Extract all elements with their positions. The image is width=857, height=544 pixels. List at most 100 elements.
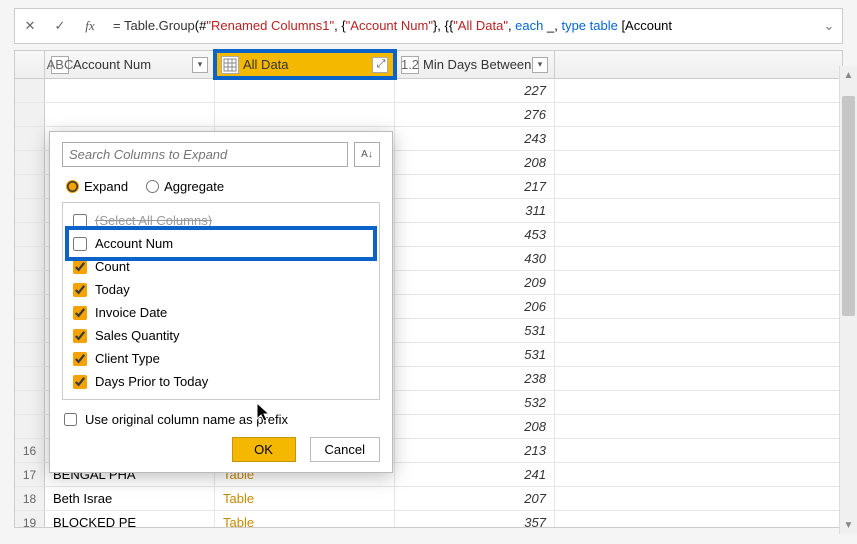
formula-confirm-icon[interactable]: ✓ <box>45 9 75 43</box>
row-number <box>15 247 45 270</box>
cell-min-days[interactable]: 209 <box>395 271 555 294</box>
scroll-down-icon[interactable]: ▼ <box>840 516 857 534</box>
formula-eq: = <box>113 18 124 33</box>
vertical-scrollbar[interactable]: ▲ ▼ <box>839 66 857 534</box>
column-checkbox[interactable]: Days Prior to Today <box>71 370 371 393</box>
column-header-all-data[interactable]: All Data ⤢ <box>215 51 395 78</box>
cell-min-days[interactable]: 208 <box>395 415 555 438</box>
formula-arg2: "Account Num" <box>346 18 433 33</box>
row-number: 17 <box>15 463 45 486</box>
formula-open: (# <box>195 18 207 33</box>
row-number <box>15 151 45 174</box>
cell-account-num[interactable]: BLOCKED PE <box>45 511 215 527</box>
cell-account-num[interactable] <box>45 79 215 102</box>
sort-columns-button[interactable]: A↓ <box>354 142 380 167</box>
cell-min-days[interactable]: 243 <box>395 127 555 150</box>
column-checkbox[interactable]: Account Num <box>71 232 371 255</box>
table-row[interactable]: 276 <box>15 103 842 127</box>
aggregate-radio[interactable]: Aggregate <box>146 179 224 194</box>
scroll-up-icon[interactable]: ▲ <box>840 66 857 84</box>
cell-min-days[interactable]: 531 <box>395 343 555 366</box>
cell-all-data[interactable]: Table <box>215 487 395 510</box>
cell-min-days[interactable]: 207 <box>395 487 555 510</box>
formula-arg1: "Renamed Columns1" <box>206 18 334 33</box>
column-filter-dropdown[interactable]: ▾ <box>532 57 548 73</box>
cell-min-days[interactable]: 213 <box>395 439 555 462</box>
row-number <box>15 79 45 102</box>
formula-each: each <box>515 18 543 33</box>
row-number: 16 <box>15 439 45 462</box>
row-number-header <box>15 51 45 78</box>
cell-account-num[interactable]: Beth Israe <box>45 487 215 510</box>
row-number <box>15 127 45 150</box>
cell-min-days[interactable]: 311 <box>395 199 555 222</box>
ok-button[interactable]: OK <box>232 437 296 462</box>
row-number <box>15 103 45 126</box>
table-row[interactable]: 18Beth IsraeTable207 <box>15 487 842 511</box>
cell-min-days[interactable]: 217 <box>395 175 555 198</box>
row-number <box>15 343 45 366</box>
row-number <box>15 271 45 294</box>
columns-checklist: (Select All Columns) Account NumCountTod… <box>62 202 380 400</box>
row-number <box>15 295 45 318</box>
cell-all-data[interactable] <box>215 103 395 126</box>
formula-fn: Table.Group <box>124 18 195 33</box>
cell-min-days[interactable]: 430 <box>395 247 555 270</box>
column-header-account-num[interactable]: ABC Account Num ▾ <box>45 51 215 78</box>
formula-type: type table <box>561 18 617 33</box>
formula-under: _, <box>543 18 561 33</box>
cancel-button[interactable]: Cancel <box>310 437 380 462</box>
row-number <box>15 367 45 390</box>
text-type-icon: ABC <box>51 56 69 74</box>
row-number <box>15 319 45 342</box>
formula-sep1: , { <box>334 18 346 33</box>
column-label: Account Num <box>73 57 192 72</box>
expand-columns-popup: A↓ Expand Aggregate (Select All Columns)… <box>49 131 393 473</box>
column-header-min-days-between[interactable]: 1.2 Min Days Between ▾ <box>395 51 555 78</box>
formula-sep2: }, {{ <box>433 18 453 33</box>
scrollbar-thumb[interactable] <box>842 96 855 316</box>
select-all-checkbox[interactable]: (Select All Columns) <box>71 209 371 232</box>
column-checkbox[interactable]: Sales Quantity <box>71 324 371 347</box>
expand-column-icon[interactable]: ⤢ <box>372 57 388 73</box>
cell-min-days[interactable]: 453 <box>395 223 555 246</box>
cell-min-days[interactable]: 276 <box>395 103 555 126</box>
search-columns-input[interactable] <box>62 142 348 167</box>
cell-min-days[interactable]: 531 <box>395 319 555 342</box>
table-type-icon <box>221 56 239 74</box>
row-number: 18 <box>15 487 45 510</box>
row-number <box>15 199 45 222</box>
column-checkbox[interactable]: Count <box>71 255 371 278</box>
number-type-icon: 1.2 <box>401 56 419 74</box>
cell-min-days[interactable]: 357 <box>395 511 555 527</box>
data-grid: ABC Account Num ▾ All Data ⤢ 1.2 Min Day… <box>14 50 843 528</box>
formula-expand-icon[interactable]: ⌄ <box>816 18 842 34</box>
cell-min-days[interactable]: 227 <box>395 79 555 102</box>
formula-input[interactable]: = Table.Group(#"Renamed Columns1", {"Acc… <box>105 18 816 35</box>
formula-tail: [Account <box>618 18 672 33</box>
fx-icon[interactable]: fx <box>75 9 105 43</box>
formula-bar: ✕ ✓ fx = Table.Group(#"Renamed Columns1"… <box>14 8 843 44</box>
column-checkbox[interactable]: Today <box>71 278 371 301</box>
column-header-row: ABC Account Num ▾ All Data ⤢ 1.2 Min Day… <box>15 51 842 79</box>
formula-cancel-icon[interactable]: ✕ <box>15 9 45 43</box>
row-number <box>15 391 45 414</box>
column-checkbox[interactable]: Invoice Date <box>71 301 371 324</box>
column-filter-dropdown[interactable]: ▾ <box>192 57 208 73</box>
cell-all-data[interactable] <box>215 79 395 102</box>
table-row[interactable]: 227 <box>15 79 842 103</box>
mouse-cursor-icon <box>255 401 273 423</box>
column-label: Min Days Between <box>423 57 532 72</box>
cell-min-days[interactable]: 238 <box>395 367 555 390</box>
expand-radio[interactable]: Expand <box>66 179 128 194</box>
cell-min-days[interactable]: 241 <box>395 463 555 486</box>
row-number <box>15 415 45 438</box>
cell-min-days[interactable]: 206 <box>395 295 555 318</box>
table-row[interactable]: 19BLOCKED PETable357 <box>15 511 842 527</box>
row-number <box>15 223 45 246</box>
cell-min-days[interactable]: 532 <box>395 391 555 414</box>
cell-min-days[interactable]: 208 <box>395 151 555 174</box>
cell-account-num[interactable] <box>45 103 215 126</box>
cell-all-data[interactable]: Table <box>215 511 395 527</box>
column-checkbox[interactable]: Client Type <box>71 347 371 370</box>
